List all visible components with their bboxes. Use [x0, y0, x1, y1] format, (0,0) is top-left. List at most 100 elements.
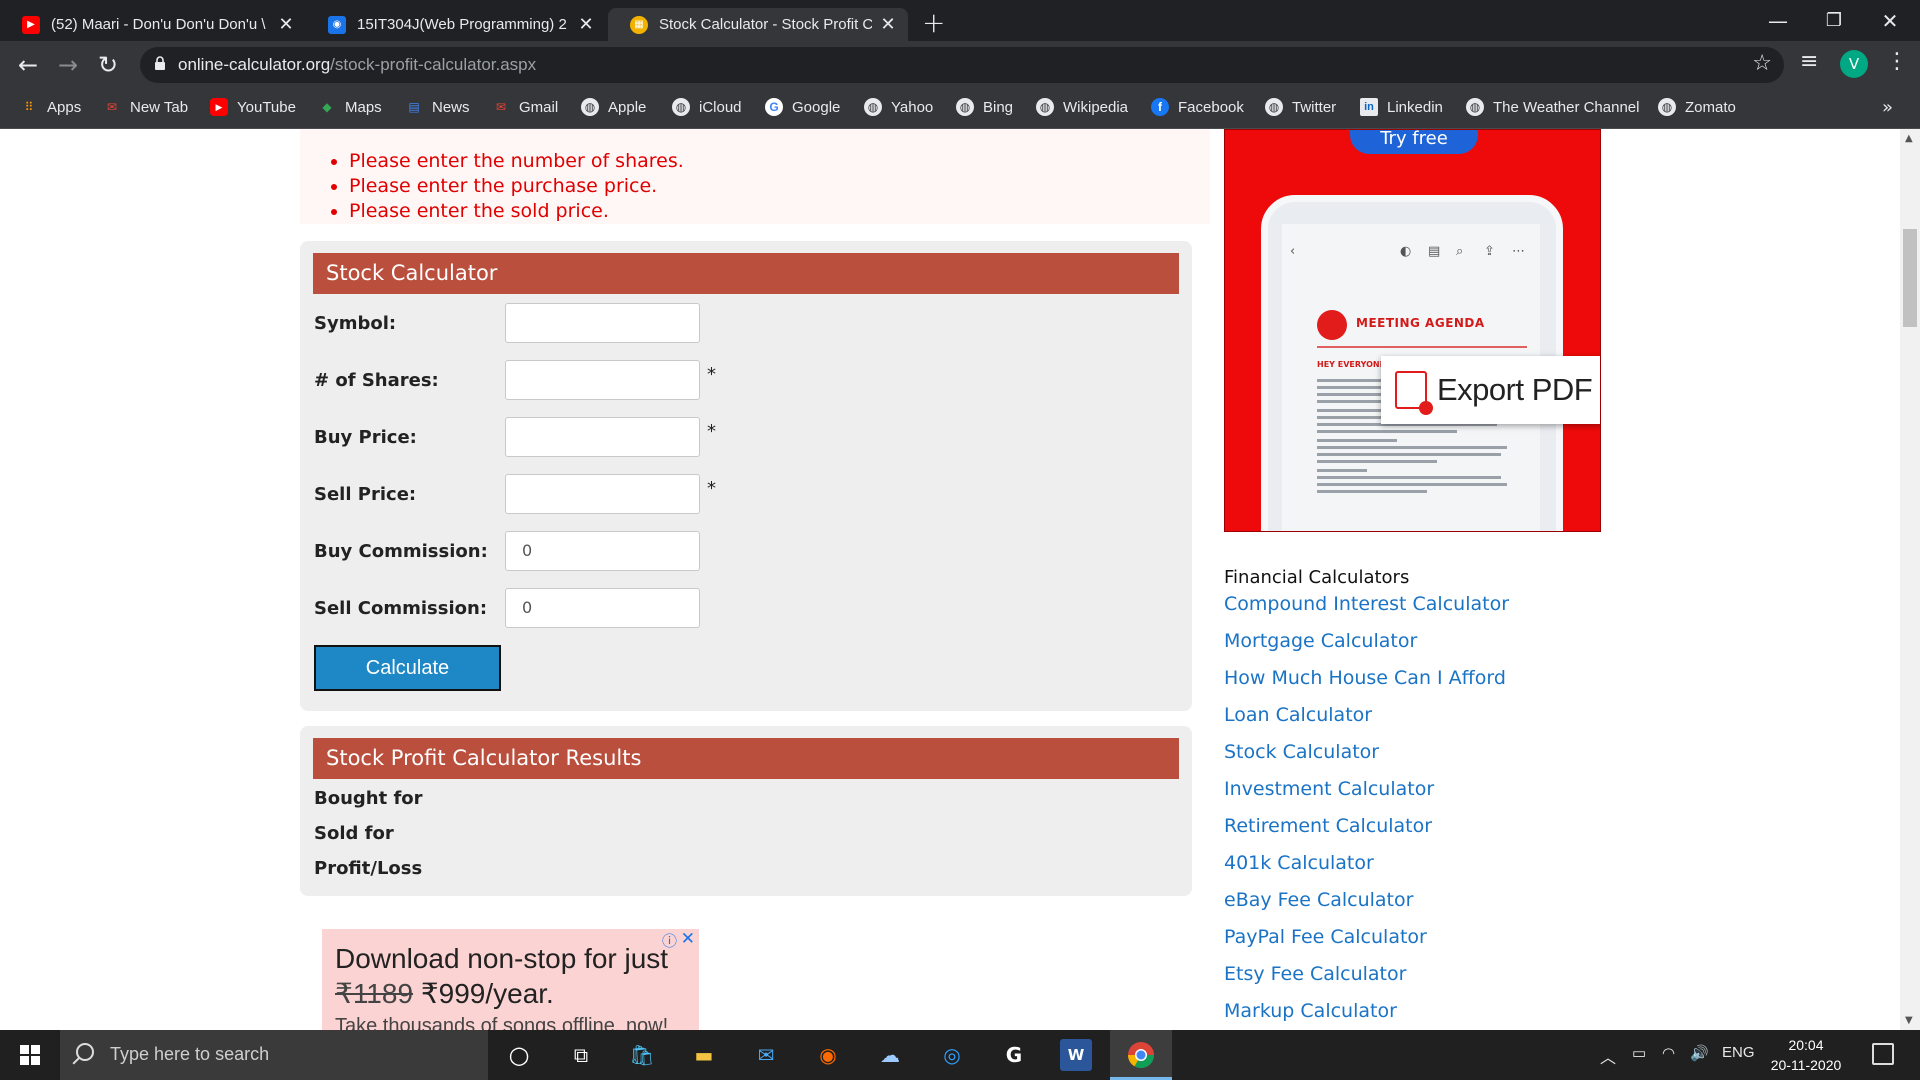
bookmark-weather-channel[interactable]: ◍ The Weather Channel	[1466, 98, 1639, 116]
browser-tab-youtube[interactable]: ▶ (52) Maari - Don'u Don'u Don'u \ ✕	[0, 8, 306, 41]
bookmark-apps[interactable]: ⠿ Apps	[20, 98, 82, 116]
cortana-icon[interactable]: ○	[503, 1039, 535, 1071]
link-etsy-fee[interactable]: Etsy Fee Calculator	[1224, 963, 1406, 985]
wifi-icon[interactable]: ◠	[1662, 1044, 1675, 1062]
bookmark-news[interactable]: ▤ News	[405, 98, 469, 116]
scroll-up-icon[interactable]: ▲	[1905, 133, 1913, 144]
more-bookmarks-icon[interactable]: »	[1882, 97, 1893, 118]
language-indicator[interactable]: ENG	[1722, 1044, 1755, 1061]
windows-start-icon[interactable]	[0, 1030, 60, 1080]
link-investment[interactable]: Investment Calculator	[1224, 778, 1434, 800]
scroll-down-icon[interactable]: ▼	[1905, 1015, 1913, 1026]
mail-icon[interactable]: ✉	[750, 1039, 782, 1071]
divider	[1317, 346, 1527, 348]
link-mortgage[interactable]: Mortgage Calculator	[1224, 630, 1417, 652]
volume-icon[interactable]: 🔊	[1690, 1044, 1709, 1062]
clock-date: 20-11-2020	[1770, 1057, 1842, 1073]
uplay-icon[interactable]: ◎	[936, 1039, 968, 1071]
task-view-icon[interactable]: ⧉	[565, 1039, 597, 1071]
chrome-icon[interactable]	[1125, 1039, 1157, 1071]
lock-icon	[155, 56, 165, 70]
close-tab-icon[interactable]: ✕	[276, 14, 296, 35]
bookmark-star-icon[interactable]: ☆	[1752, 51, 1772, 76]
sell-commission-input[interactable]: 0	[505, 588, 700, 628]
ad-headline: Download non-stop for just	[335, 943, 669, 974]
origin-icon[interactable]: ◉	[812, 1039, 844, 1071]
panel-title: Stock Calculator	[313, 253, 1179, 294]
bookmark-maps[interactable]: ◆ Maps	[318, 98, 381, 116]
gmail-icon: ✉	[106, 100, 118, 114]
link-markup[interactable]: Markup Calculator	[1224, 1000, 1397, 1022]
error-message: Please enter the sold price.	[349, 199, 684, 224]
link-stock[interactable]: Stock Calculator	[1224, 741, 1379, 763]
back-icon[interactable]: ←	[12, 49, 44, 81]
menu-icon[interactable]: ⋮	[1886, 49, 1908, 74]
close-tab-icon[interactable]: ✕	[878, 14, 898, 35]
bookmark-new-tab[interactable]: ✉ New Tab	[103, 98, 188, 116]
close-window-icon[interactable]: ✕	[1860, 0, 1920, 41]
notifications-icon[interactable]	[1872, 1043, 1894, 1065]
minimize-icon[interactable]: —	[1748, 0, 1808, 41]
reload-icon[interactable]: ↻	[92, 49, 124, 81]
ad-close-icon[interactable]: ✕	[681, 929, 695, 949]
buy-commission-input[interactable]: 0	[505, 531, 700, 571]
steam-icon[interactable]: ☁	[874, 1039, 906, 1071]
sell-price-input[interactable]	[505, 474, 700, 514]
bookmark-zomato[interactable]: ◍ Zomato	[1658, 98, 1736, 116]
bookmark-apple[interactable]: ◍ Apple	[581, 98, 646, 116]
browser-tab-strip: ▶ (52) Maari - Don'u Don'u Don'u \ ✕ ◉ 1…	[0, 0, 1920, 41]
show-hidden-icons[interactable]: ︿	[1600, 1044, 1616, 1068]
media-control-icon[interactable]: ≡	[1800, 49, 1818, 74]
address-bar[interactable]: online-calculator.org/stock-profit-calcu…	[140, 47, 1784, 83]
restore-icon[interactable]: ❐	[1804, 0, 1864, 41]
tab-title: (52) Maari - Don'u Don'u Don'u \	[51, 16, 266, 33]
logitech-g-icon[interactable]: G	[998, 1039, 1030, 1071]
page-scrollbar[interactable]: ▲ ▼	[1900, 129, 1920, 1030]
taskbar-clock[interactable]: 20:04 20-11-2020	[1766, 1035, 1846, 1075]
profile-avatar[interactable]: V	[1840, 50, 1868, 78]
bookmark-linkedin[interactable]: in Linkedin	[1360, 98, 1443, 116]
bookmark-wikipedia[interactable]: ◍ Wikipedia	[1036, 98, 1128, 116]
link-401k[interactable]: 401k Calculator	[1224, 852, 1374, 874]
bookmark-facebook[interactable]: f Facebook	[1151, 98, 1244, 116]
new-tab-button[interactable]: +	[922, 6, 945, 39]
globe-icon: ◍	[581, 98, 599, 116]
link-loan[interactable]: Loan Calculator	[1224, 704, 1372, 726]
try-free-button[interactable]: Try free	[1350, 130, 1478, 154]
stock-calculator-panel: Stock Calculator Symbol: # of Shares: * …	[300, 241, 1192, 711]
music-ad-banner[interactable]: Download non-stop for just ₹1189 ₹999/ye…	[322, 929, 699, 1030]
profit-loss-label: Profit/Loss	[314, 858, 423, 879]
close-tab-icon[interactable]: ✕	[576, 14, 596, 35]
calculate-button[interactable]: Calculate	[314, 645, 501, 691]
bookmark-gmail[interactable]: ✉ Gmail	[492, 98, 558, 116]
link-retirement[interactable]: Retirement Calculator	[1224, 815, 1432, 837]
battery-icon[interactable]: ▭	[1632, 1044, 1646, 1062]
ad-info-icon[interactable]: ⓘ	[662, 930, 677, 951]
store-icon[interactable]: 🛍	[626, 1039, 658, 1071]
forward-icon[interactable]: →	[52, 49, 84, 81]
buy-price-input[interactable]	[505, 417, 700, 457]
bookmark-bing[interactable]: ◍ Bing	[956, 98, 1013, 116]
bookmark-twitter[interactable]: ◍ Twitter	[1265, 98, 1336, 116]
browser-tab-stock-calculator[interactable]: ▦ Stock Calculator - Stock Profit Ca ✕	[608, 8, 908, 41]
link-compound-interest[interactable]: Compound Interest Calculator	[1224, 593, 1509, 615]
shares-input[interactable]	[505, 360, 700, 400]
file-explorer-icon[interactable]: ▬	[688, 1039, 720, 1071]
buy-price-label: Buy Price:	[314, 427, 417, 448]
bookmark-google[interactable]: G Google	[765, 98, 840, 116]
scrollbar-thumb[interactable]	[1903, 229, 1917, 327]
apps-grid-icon: ⠿	[24, 100, 34, 114]
link-paypal-fee[interactable]: PayPal Fee Calculator	[1224, 926, 1427, 948]
word-icon[interactable]: W	[1060, 1039, 1092, 1071]
link-ebay-fee[interactable]: eBay Fee Calculator	[1224, 889, 1413, 911]
bookmark-yahoo[interactable]: ◍ Yahoo	[864, 98, 933, 116]
taskbar-search[interactable]: Type here to search	[60, 1030, 488, 1080]
bookmark-youtube[interactable]: ▶ YouTube	[210, 98, 296, 116]
symbol-input[interactable]	[505, 303, 700, 343]
clock-time: 20:04	[1788, 1037, 1824, 1053]
pdf-export-ad[interactable]: Try free ‹ ◐ ▤ ⌕ ⇪ ⋯ MEETING AGENDA HEY …	[1224, 129, 1601, 532]
bookmark-icloud[interactable]: ◍ iCloud	[672, 98, 742, 116]
windows-taskbar: Type here to search ○ ⧉ 🛍 ▬ ✉ ◉ ☁ ◎ G W …	[0, 1030, 1920, 1080]
browser-tab-classroom[interactable]: ◉ 15IT304J(Web Programming) 2 P ✕	[306, 8, 606, 41]
link-house-afford[interactable]: How Much House Can I Afford	[1224, 667, 1506, 689]
